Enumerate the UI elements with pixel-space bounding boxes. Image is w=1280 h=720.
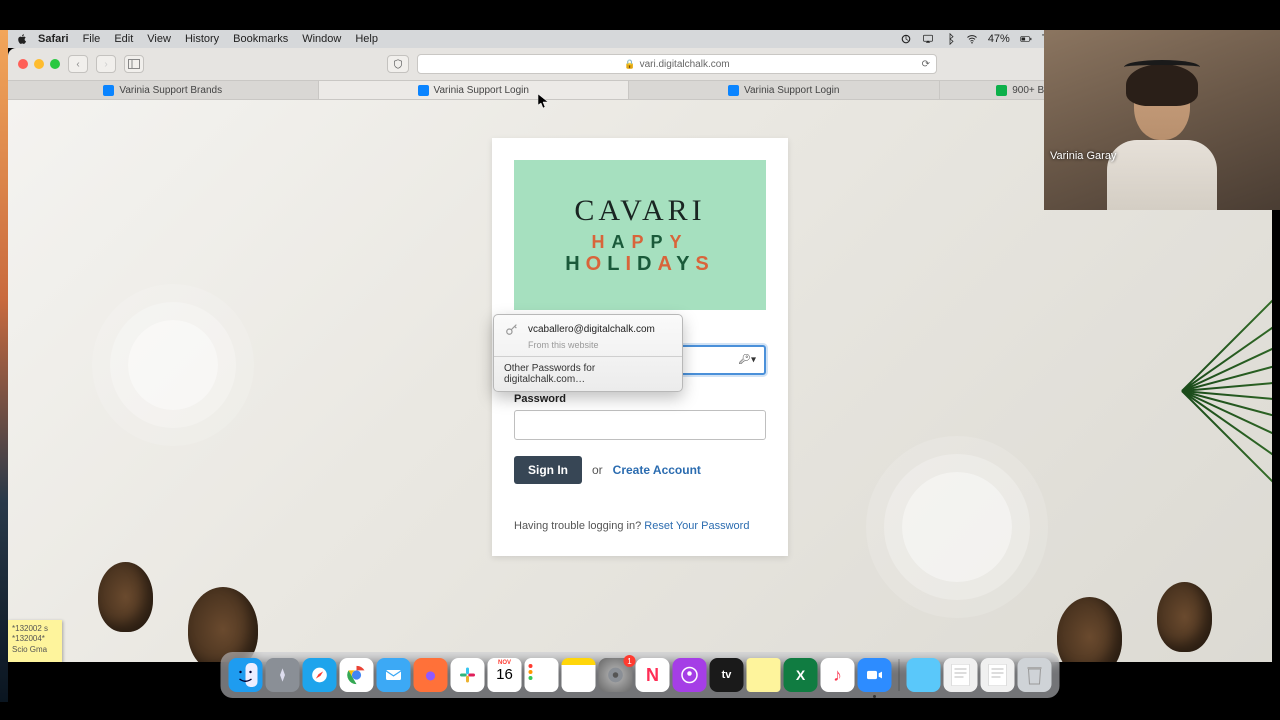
participant-name: Varinia Garay: [1050, 150, 1116, 162]
trouble-prefix: Having trouble logging in?: [514, 520, 644, 532]
dock-doc-2[interactable]: [981, 658, 1015, 692]
menu-window[interactable]: Window: [302, 33, 341, 45]
dock-tv[interactable]: tv: [710, 658, 744, 692]
wifi-icon[interactable]: [966, 33, 978, 45]
airplay-icon[interactable]: [922, 33, 934, 45]
trouble-text: Having trouble logging in? Reset Your Pa…: [514, 520, 766, 532]
autofill-suggestion[interactable]: vcaballero@digitalchalk.com: [494, 315, 682, 340]
password-autofill-dropdown: vcaballero@digitalchalk.com From this we…: [493, 314, 683, 392]
autofill-source: From this website: [494, 340, 682, 356]
dock-music[interactable]: ♪: [821, 658, 855, 692]
banner-line1: HAPPY: [591, 232, 688, 253]
autofill-key-icon[interactable]: 🔑︎▾: [738, 355, 756, 366]
pinecone-decoration: [98, 562, 153, 632]
dock-finder[interactable]: [229, 658, 263, 692]
dock-news[interactable]: N: [636, 658, 670, 692]
password-field[interactable]: [514, 410, 766, 440]
sticky-line: Scio Gma: [12, 645, 58, 655]
desktop-left-edge: [0, 30, 8, 702]
menu-bookmarks[interactable]: Bookmarks: [233, 33, 288, 45]
signin-button[interactable]: Sign In: [514, 456, 582, 484]
menu-app-name[interactable]: Safari: [38, 33, 69, 45]
bluetooth-icon[interactable]: [944, 33, 956, 45]
fullscreen-window-button[interactable]: [50, 59, 60, 69]
dock-separator: [899, 659, 900, 691]
forward-button[interactable]: ›: [96, 55, 116, 73]
mouse-cursor: [538, 94, 548, 108]
banner-line2: HOLIDAYS: [565, 253, 715, 276]
menu-edit[interactable]: Edit: [114, 33, 133, 45]
sticky-line: *132004*: [12, 634, 58, 644]
dock-chrome[interactable]: [340, 658, 374, 692]
key-icon: [504, 321, 520, 337]
autofill-email: vcaballero@digitalchalk.com: [528, 324, 655, 335]
video-participant-tile: Varinia Garay: [1044, 30, 1280, 210]
sidebar-toggle-button[interactable]: [124, 55, 144, 73]
brand-banner: CAVARI HAPPY HOLIDAYS: [514, 160, 766, 310]
lock-icon: 🔒: [624, 59, 635, 70]
dock-slack[interactable]: [451, 658, 485, 692]
menu-view[interactable]: View: [147, 33, 171, 45]
dock-doc-1[interactable]: [944, 658, 978, 692]
dock-downloads-folder[interactable]: [907, 658, 941, 692]
dock-settings[interactable]: 1: [599, 658, 633, 692]
reload-icon[interactable]: ⟳: [922, 59, 930, 70]
create-account-link[interactable]: Create Account: [613, 463, 701, 477]
dock-launchpad[interactable]: [266, 658, 300, 692]
dock-zoom[interactable]: [858, 658, 892, 692]
dock-podcasts[interactable]: [673, 658, 707, 692]
browser-tab[interactable]: Varinia Support Login: [629, 81, 940, 99]
tab-title: Varinia Support Login: [744, 85, 839, 96]
dock-excel[interactable]: X: [784, 658, 818, 692]
or-text: or: [592, 463, 603, 477]
tab-favicon: [996, 85, 1007, 96]
minimize-window-button[interactable]: [34, 59, 44, 69]
macos-dock: NOV16 1Ntv X♪: [221, 652, 1060, 698]
browser-tab[interactable]: Varinia Support Brands: [8, 81, 319, 99]
dock-safari[interactable]: [303, 658, 337, 692]
dock-firefox[interactable]: [414, 658, 448, 692]
battery-percent: 47%: [988, 33, 1010, 45]
reset-password-link[interactable]: Reset Your Password: [644, 520, 749, 532]
privacy-report-button[interactable]: [387, 55, 409, 73]
dock-calendar[interactable]: NOV16: [488, 658, 522, 692]
password-label: Password: [514, 393, 766, 405]
menu-history[interactable]: History: [185, 33, 219, 45]
url-text: vari.digitalchalk.com: [640, 59, 730, 70]
tab-favicon: [103, 85, 114, 96]
pine-decoration: [1052, 260, 1272, 520]
pinecone-decoration: [1057, 597, 1122, 662]
dock-notes[interactable]: [562, 658, 596, 692]
desktop-sticky-note[interactable]: *132002 s *132004* Scio Gma: [8, 620, 62, 662]
menu-help[interactable]: Help: [355, 33, 378, 45]
back-button[interactable]: ‹: [68, 55, 88, 73]
tab-title: Varinia Support Brands: [119, 85, 222, 96]
menu-file[interactable]: File: [83, 33, 101, 45]
tab-favicon: [728, 85, 739, 96]
sticky-line: *132002 s: [12, 624, 58, 634]
dock-stickies[interactable]: [747, 658, 781, 692]
browser-tab[interactable]: Varinia Support Login: [319, 81, 630, 99]
address-bar[interactable]: 🔒 vari.digitalchalk.com ⟳: [417, 54, 937, 74]
dock-reminders[interactable]: [525, 658, 559, 692]
apple-menu-icon[interactable]: [16, 33, 28, 45]
tab-title: Varinia Support Login: [434, 85, 529, 96]
pinecone-decoration: [188, 587, 258, 662]
dock-trash[interactable]: [1018, 658, 1052, 692]
window-controls[interactable]: [18, 59, 60, 69]
menu-extra-icon[interactable]: [900, 33, 912, 45]
close-window-button[interactable]: [18, 59, 28, 69]
dock-mail[interactable]: [377, 658, 411, 692]
brand-name: CAVARI: [574, 194, 705, 228]
pinecone-decoration: [1157, 582, 1212, 652]
tab-favicon: [418, 85, 429, 96]
participant-video: [1102, 60, 1222, 210]
other-passwords-option[interactable]: Other Passwords for digitalchalk.com…: [494, 356, 682, 391]
battery-icon[interactable]: [1020, 33, 1032, 45]
